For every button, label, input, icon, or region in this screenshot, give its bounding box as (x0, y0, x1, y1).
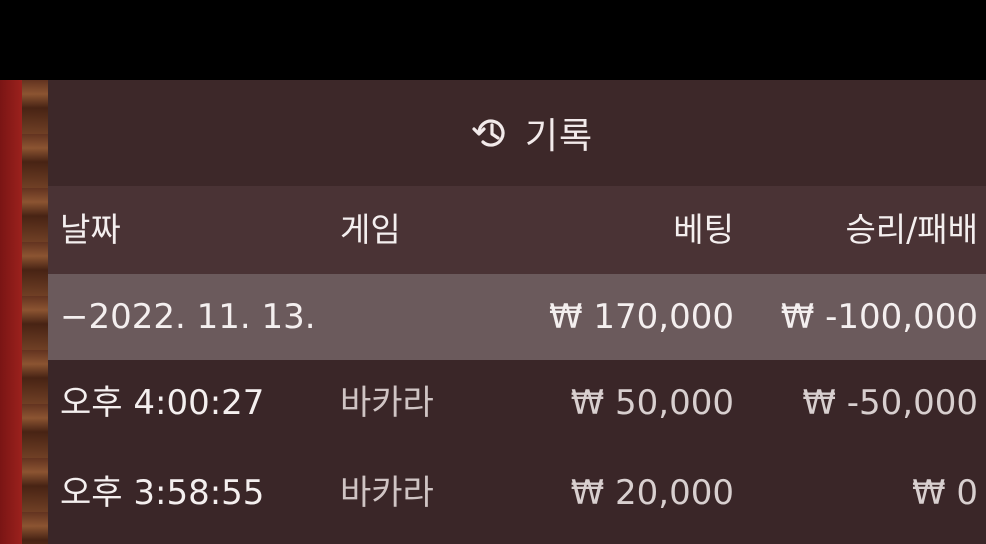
row-win-loss: ₩ 0 (911, 473, 978, 513)
column-header-bet: 베팅 (673, 210, 734, 249)
column-header-date: 날짜 (60, 210, 121, 249)
date-summary-row[interactable]: −2022. 11. 13. ₩ 170,000 ₩ -100,000 (48, 274, 986, 360)
panel-header: 기록 (48, 80, 986, 186)
row-time: 오후 4:00:27 (60, 383, 265, 423)
row-time: 오후 3:58:55 (60, 473, 265, 513)
column-header-row: 날짜 게임 베팅 승리/패배 (48, 186, 986, 274)
panel-title: 기록 (524, 116, 594, 157)
table-row[interactable]: 오후 3:58:55 바카라 ₩ 20,000 ₩ 0 (48, 450, 986, 536)
row-win-loss: ₩ -50,000 (802, 383, 978, 423)
summary-bet-total: ₩ 170,000 (548, 297, 734, 337)
history-panel: 기록 날짜 게임 베팅 승리/패배 −2022. 11. 13. ₩ 170,0… (48, 80, 986, 544)
column-header-game: 게임 (340, 210, 401, 249)
row-game: 바카라 (340, 473, 434, 513)
header-title-group: 기록 (471, 107, 593, 159)
row-bet: ₩ 20,000 (570, 473, 734, 513)
table-row[interactable]: 오후 4:00:27 바카라 ₩ 50,000 ₩ -50,000 (48, 360, 986, 446)
row-bet: ₩ 50,000 (570, 383, 734, 423)
table-rail-decoration (22, 80, 48, 544)
summary-date: −2022. 11. 13. (60, 297, 316, 337)
history-icon (471, 113, 511, 153)
column-header-win-loss: 승리/패배 (845, 210, 978, 249)
top-black-bar (0, 0, 986, 80)
row-game: 바카라 (340, 383, 434, 423)
summary-win-loss-total: ₩ -100,000 (780, 297, 978, 337)
